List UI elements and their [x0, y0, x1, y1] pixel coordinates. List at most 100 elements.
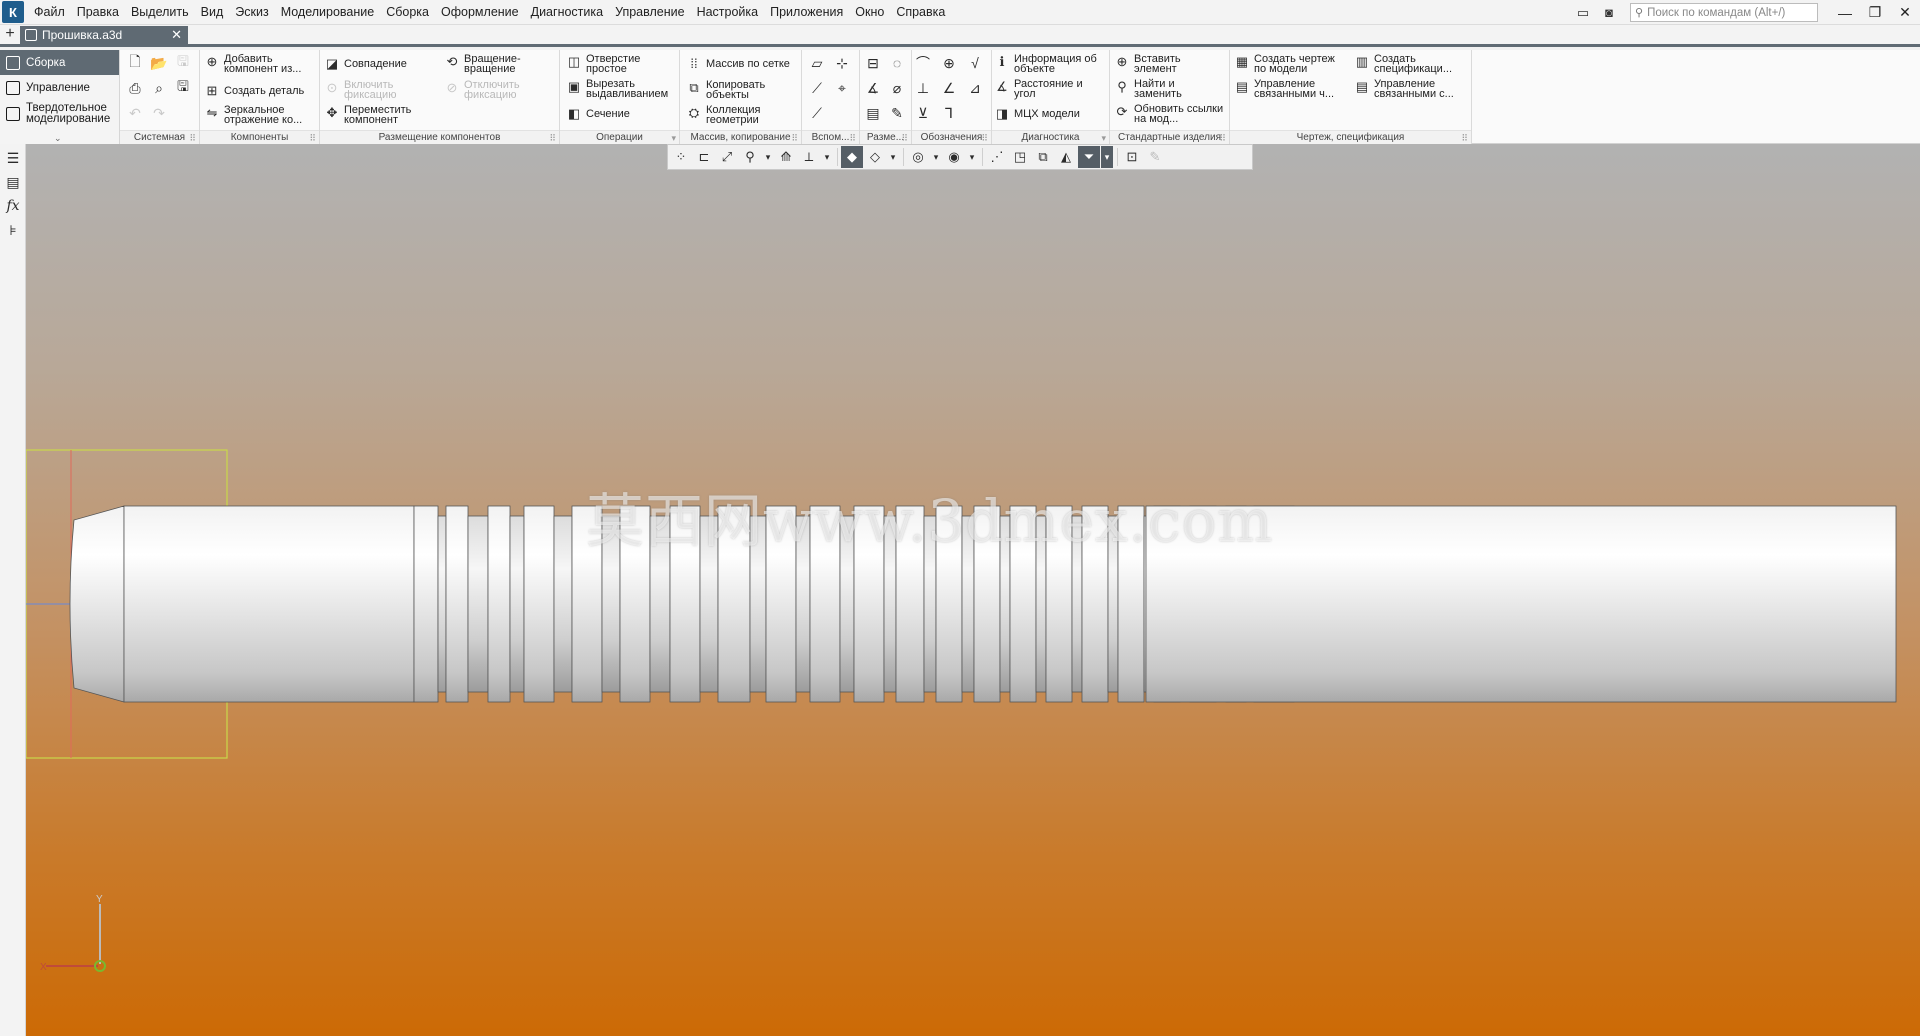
- mode-assembly[interactable]: Сборка: [0, 50, 119, 75]
- restore-button[interactable]: ❐: [1860, 0, 1890, 25]
- create-part-button[interactable]: ⊞ Создать деталь: [204, 83, 318, 99]
- save-icon[interactable]: 🖫: [174, 53, 192, 72]
- coincidence-button[interactable]: ◪ Совпадение: [324, 56, 434, 72]
- distance-angle-button[interactable]: ∡ Расстояние и угол: [994, 79, 1108, 100]
- insert-element-button[interactable]: ⊕ Вставить элемент: [1114, 54, 1228, 75]
- chevron-down-icon[interactable]: ⌄: [54, 133, 62, 144]
- command-search-input[interactable]: ⚲ Поиск по командам (Alt+/): [1630, 3, 1818, 22]
- rotation-button[interactable]: ⟲ Вращение-вращение: [444, 54, 554, 75]
- add-component-button[interactable]: ⊕ Добавить компонент из...: [204, 54, 318, 75]
- section-button[interactable]: ◧ Сечение: [566, 106, 678, 122]
- menu-help[interactable]: Справка: [890, 0, 951, 25]
- angle-dim-icon[interactable]: ∡: [864, 79, 882, 97]
- zoom-fit-icon[interactable]: ⤢: [716, 146, 738, 168]
- diameter-dim-icon[interactable]: ⌀: [888, 79, 906, 97]
- menu-sketch[interactable]: Эскиз: [229, 0, 274, 25]
- axis-icon[interactable]: ⊹: [833, 54, 851, 72]
- hide-icon[interactable]: ◎: [907, 146, 929, 168]
- minimize-button[interactable]: —: [1830, 0, 1860, 25]
- datum-icon[interactable]: ⊕: [940, 54, 958, 72]
- menu-icon[interactable]: ☰: [4, 148, 22, 168]
- close-button[interactable]: ✕: [1890, 0, 1920, 25]
- tolerance-icon[interactable]: ∠: [940, 79, 958, 97]
- orient-icon[interactable]: ⟂: [798, 146, 820, 168]
- create-spec-button[interactable]: ▥ Создать спецификаци...: [1354, 54, 1470, 75]
- snap-icon[interactable]: ⋰: [986, 146, 1008, 168]
- text-icon[interactable]: Ꞁ: [940, 104, 958, 122]
- update-links-button[interactable]: ⟳ Обновить ссылки на мод...: [1114, 104, 1228, 125]
- create-drawing-button[interactable]: ▦ Создать чертеж по модели: [1234, 54, 1352, 75]
- grid-icon[interactable]: ⁘: [670, 146, 692, 168]
- move-component-button[interactable]: ✥ Переместить компонент: [324, 105, 434, 126]
- menu-format[interactable]: Оформление: [435, 0, 525, 25]
- base-icon[interactable]: ⊥: [914, 79, 932, 97]
- zoom-icon[interactable]: ⚲: [739, 146, 761, 168]
- leader-icon[interactable]: ⌒: [914, 54, 932, 72]
- mirror-button[interactable]: ⇋ Зеркальное отражение ко...: [204, 105, 318, 126]
- menu-assembly[interactable]: Сборка: [380, 0, 435, 25]
- selection-filter-icon[interactable]: ⊡: [1121, 146, 1143, 168]
- object-info-button[interactable]: ℹ Информация об объекте: [994, 54, 1108, 75]
- wireframe-icon[interactable]: ◇: [864, 146, 886, 168]
- chevron-down-icon[interactable]: ▾: [887, 146, 899, 168]
- 3d-viewport[interactable]: X Y 莫西网www.3dmex.com: [26, 144, 1920, 1036]
- edit-icon[interactable]: ✎: [1144, 146, 1166, 168]
- grip-icon[interactable]: ⠿: [791, 131, 798, 145]
- grip-icon[interactable]: ⠿: [189, 131, 196, 145]
- mode-management[interactable]: Управление: [0, 75, 119, 100]
- undo-icon[interactable]: ↶: [126, 104, 144, 122]
- cut-extrude-button[interactable]: ▣ Вырезать выдавливанием: [566, 79, 678, 100]
- menu-manage[interactable]: Управление: [609, 0, 691, 25]
- shaded-view-icon[interactable]: ◆: [841, 146, 863, 168]
- linear-dim-icon[interactable]: ⊟: [864, 54, 882, 72]
- chevron-down-icon[interactable]: ▾: [930, 146, 942, 168]
- position-icon[interactable]: ⊻: [914, 104, 932, 122]
- copy-objects-button[interactable]: ⧉ Копировать объекты: [686, 80, 800, 101]
- dim-edit-icon[interactable]: ✎: [888, 104, 906, 122]
- model-view[interactable]: X Y: [26, 144, 1920, 1036]
- layout-icon[interactable]: ▭: [1572, 4, 1594, 22]
- radial-dim-icon[interactable]: ◌: [888, 54, 906, 72]
- menu-file[interactable]: Файл: [28, 0, 71, 25]
- model-tree-icon[interactable]: ⊧: [4, 220, 22, 240]
- mass-props-button[interactable]: ◨ МЦХ модели: [994, 106, 1108, 122]
- menu-select[interactable]: Выделить: [125, 0, 195, 25]
- offset-plane-icon[interactable]: ⟋: [808, 79, 826, 97]
- point-icon[interactable]: ⌖: [833, 79, 851, 97]
- line-icon[interactable]: ⟋: [808, 104, 826, 122]
- manage-linked-spec-button[interactable]: ▤ Управление связанными с...: [1354, 79, 1470, 100]
- grip-icon[interactable]: ⠿: [309, 131, 316, 145]
- menu-settings[interactable]: Настройка: [691, 0, 765, 25]
- document-tab[interactable]: Прошивка.a3d ✕: [20, 26, 188, 44]
- menu-edit[interactable]: Правка: [71, 0, 125, 25]
- print-icon[interactable]: ⎙: [126, 79, 144, 97]
- pan-icon[interactable]: ⟰: [775, 146, 797, 168]
- menu-modeling[interactable]: Моделирование: [275, 0, 381, 25]
- geometry-collection-button[interactable]: ⛭ Коллекция геометрии: [686, 105, 800, 126]
- menu-apps[interactable]: Приложения: [764, 0, 849, 25]
- section-view-icon[interactable]: ◳: [1009, 146, 1031, 168]
- roughness-icon[interactable]: √: [966, 54, 984, 72]
- preview-icon[interactable]: ⌕: [150, 79, 168, 97]
- mode-solid-modeling[interactable]: Твердотельное моделирование: [0, 100, 119, 128]
- dropdown-icon[interactable]: ▾: [671, 131, 676, 145]
- menu-window[interactable]: Окно: [849, 0, 890, 25]
- simple-hole-button[interactable]: ◫ Отверстие простое: [566, 54, 678, 75]
- grip-icon[interactable]: ⠿: [981, 131, 988, 145]
- grip-icon[interactable]: ⠿: [849, 131, 856, 145]
- manage-linked-drawings-button[interactable]: ▤ Управление связанными ч...: [1234, 79, 1352, 100]
- close-tab-icon[interactable]: ✕: [171, 27, 182, 43]
- grid-array-button[interactable]: ⁞⁞ Массив по сетке: [686, 56, 800, 72]
- perspective-icon[interactable]: ◭: [1055, 146, 1077, 168]
- visibility-icon[interactable]: ◉: [943, 146, 965, 168]
- filter-icon[interactable]: ⏷: [1078, 146, 1100, 168]
- chevron-down-icon[interactable]: ▾: [966, 146, 978, 168]
- save-all-icon[interactable]: 🖫: [174, 78, 192, 97]
- redo-icon[interactable]: ↷: [150, 104, 168, 122]
- properties-icon[interactable]: ▤: [4, 172, 22, 192]
- plane-icon[interactable]: ⏥: [808, 54, 826, 72]
- chevron-down-icon[interactable]: ▾: [821, 146, 833, 168]
- app-logo[interactable]: К: [2, 1, 24, 23]
- chevron-down-icon[interactable]: ▾: [1101, 146, 1113, 168]
- grip-icon[interactable]: ⠿: [1461, 131, 1468, 145]
